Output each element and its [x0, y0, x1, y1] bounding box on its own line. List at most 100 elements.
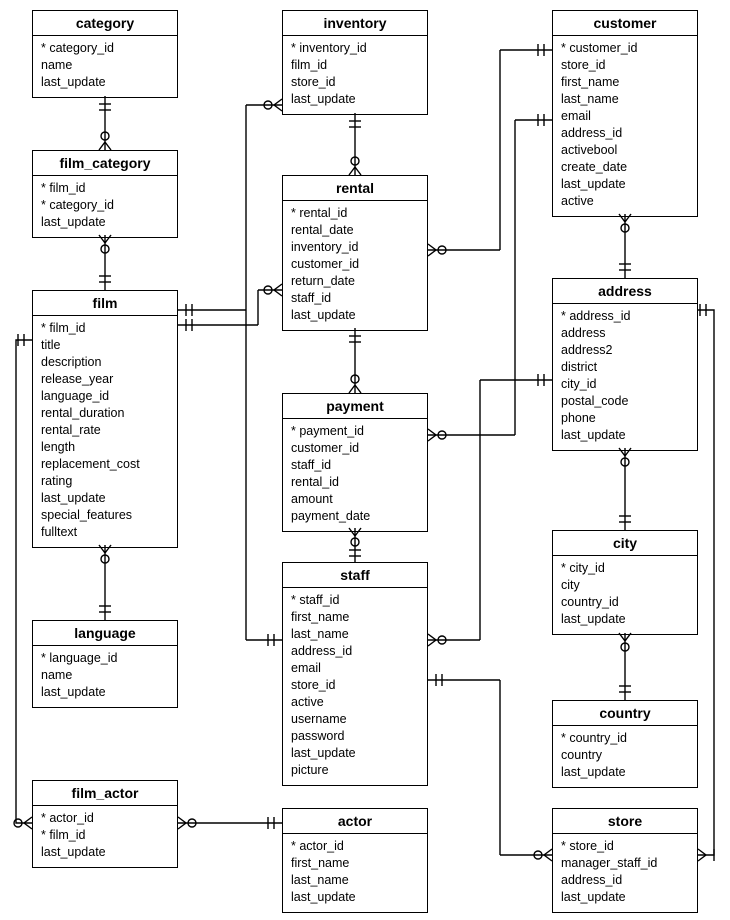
entity-body: * store_id manager_staff_id address_id l…	[553, 834, 697, 912]
field: name	[41, 57, 169, 74]
field: film_id	[291, 57, 419, 74]
field: last_update	[561, 611, 689, 628]
entity-title: customer	[553, 11, 697, 36]
field: * payment_id	[291, 423, 419, 440]
field: * customer_id	[561, 40, 689, 57]
field: rental_date	[291, 222, 419, 239]
field: activebool	[561, 142, 689, 159]
entity-address: address * address_id address address2 di…	[552, 278, 698, 451]
field: * actor_id	[291, 838, 419, 855]
field: title	[41, 337, 169, 354]
field: username	[291, 711, 419, 728]
field: last_update	[41, 490, 169, 507]
field: last_update	[561, 176, 689, 193]
field: * category_id	[41, 197, 169, 214]
field: last_name	[561, 91, 689, 108]
entity-body: * customer_id store_id first_name last_n…	[553, 36, 697, 216]
field: last_update	[561, 889, 689, 906]
entity-body: * address_id address address2 district c…	[553, 304, 697, 450]
field: picture	[291, 762, 419, 779]
field: release_year	[41, 371, 169, 388]
field: postal_code	[561, 393, 689, 410]
field: length	[41, 439, 169, 456]
field: * film_id	[41, 180, 169, 197]
field: last_update	[291, 307, 419, 324]
entity-body: * film_id title description release_year…	[33, 316, 177, 547]
entity-body: * actor_id first_name last_name last_upd…	[283, 834, 427, 912]
field: last_update	[561, 427, 689, 444]
entity-title: film_actor	[33, 781, 177, 806]
entity-title: film_category	[33, 151, 177, 176]
field: last_update	[291, 745, 419, 762]
entity-city: city * city_id city country_id last_upda…	[552, 530, 698, 635]
field: country_id	[561, 594, 689, 611]
field: phone	[561, 410, 689, 427]
field: fulltext	[41, 524, 169, 541]
field: customer_id	[291, 440, 419, 457]
entity-film-actor: film_actor * actor_id * film_id last_upd…	[32, 780, 178, 868]
field: payment_date	[291, 508, 419, 525]
field: rental_rate	[41, 422, 169, 439]
field: address_id	[561, 125, 689, 142]
field: rental_id	[291, 474, 419, 491]
entity-body: * actor_id * film_id last_update	[33, 806, 177, 867]
entity-title: inventory	[283, 11, 427, 36]
field: last_name	[291, 872, 419, 889]
field: * inventory_id	[291, 40, 419, 57]
entity-film-category: film_category * film_id * category_id la…	[32, 150, 178, 238]
field: description	[41, 354, 169, 371]
field: last_update	[41, 74, 169, 91]
field: last_update	[291, 889, 419, 906]
field: staff_id	[291, 457, 419, 474]
entity-film: film * film_id title description release…	[32, 290, 178, 548]
field: staff_id	[291, 290, 419, 307]
field: rental_duration	[41, 405, 169, 422]
field: * category_id	[41, 40, 169, 57]
entity-title: address	[553, 279, 697, 304]
field: password	[291, 728, 419, 745]
entity-payment: payment * payment_id customer_id staff_i…	[282, 393, 428, 532]
entity-body: * inventory_id film_id store_id last_upd…	[283, 36, 427, 114]
field: * language_id	[41, 650, 169, 667]
field: last_name	[291, 626, 419, 643]
field: active	[561, 193, 689, 210]
field: * film_id	[41, 320, 169, 337]
field: * city_id	[561, 560, 689, 577]
entity-title: actor	[283, 809, 427, 834]
entity-body: * language_id name last_update	[33, 646, 177, 707]
field: name	[41, 667, 169, 684]
field: language_id	[41, 388, 169, 405]
field: * actor_id	[41, 810, 169, 827]
field: * staff_id	[291, 592, 419, 609]
entity-title: country	[553, 701, 697, 726]
entity-body: * category_id name last_update	[33, 36, 177, 97]
field: inventory_id	[291, 239, 419, 256]
field: last_update	[41, 214, 169, 231]
entity-body: * country_id country last_update	[553, 726, 697, 787]
field: first_name	[291, 609, 419, 626]
entity-body: * payment_id customer_id staff_id rental…	[283, 419, 427, 531]
field: * store_id	[561, 838, 689, 855]
field: city_id	[561, 376, 689, 393]
field: amount	[291, 491, 419, 508]
field: last_update	[41, 844, 169, 861]
field: first_name	[561, 74, 689, 91]
field: customer_id	[291, 256, 419, 273]
entity-body: * staff_id first_name last_name address_…	[283, 588, 427, 785]
entity-title: language	[33, 621, 177, 646]
entity-inventory: inventory * inventory_id film_id store_i…	[282, 10, 428, 115]
field: special_features	[41, 507, 169, 524]
field: address_id	[561, 872, 689, 889]
entity-title: film	[33, 291, 177, 316]
entity-title: staff	[283, 563, 427, 588]
field: email	[291, 660, 419, 677]
entity-staff: staff * staff_id first_name last_name ad…	[282, 562, 428, 786]
field: * rental_id	[291, 205, 419, 222]
field: last_update	[41, 684, 169, 701]
field: * country_id	[561, 730, 689, 747]
entity-title: store	[553, 809, 697, 834]
field: * film_id	[41, 827, 169, 844]
field: store_id	[291, 677, 419, 694]
entity-body: * city_id city country_id last_update	[553, 556, 697, 634]
field: create_date	[561, 159, 689, 176]
